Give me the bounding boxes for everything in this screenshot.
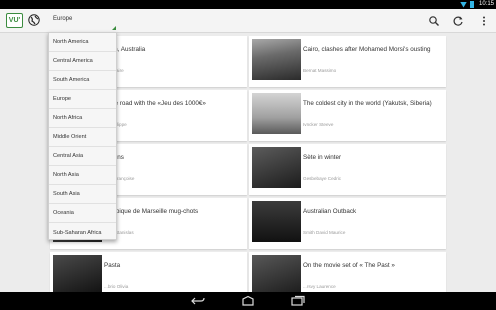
refresh-icon[interactable] <box>452 15 464 27</box>
region-option[interactable]: North Africa <box>49 109 116 128</box>
search-icon[interactable] <box>428 15 440 27</box>
battery-icon <box>470 1 474 8</box>
region-selected-label: Europe <box>53 16 73 22</box>
story-author: Ivncker Steeve <box>303 122 334 127</box>
story-thumbnail <box>252 147 301 188</box>
status-time: 10:15 <box>478 1 494 7</box>
story-title: Sète in winter <box>303 154 342 161</box>
story-card[interactable]: The coldest city in the world (Yakutsk, … <box>249 90 446 141</box>
story-author: ...brio Olivia <box>104 284 129 289</box>
dropdown-indicator-icon <box>112 26 116 30</box>
story-thumbnail <box>252 39 301 80</box>
home-icon[interactable] <box>240 295 256 307</box>
region-option[interactable]: Oceania <box>49 204 116 223</box>
region-option[interactable]: North America <box>49 33 116 52</box>
story-title: Pasta <box>104 262 121 269</box>
story-author: ...rsvy Laurence <box>303 284 336 289</box>
story-author: Bernat Massimo <box>303 68 337 73</box>
story-title: ...Nuns <box>104 154 244 162</box>
story-thumbnail <box>252 201 301 242</box>
story-title: On the movie set of « The Past » <box>303 262 395 269</box>
story-author: Gesbebaye Cedric <box>303 176 342 181</box>
story-card[interactable]: On the movie set of « The Past » ...rsvy… <box>249 252 446 292</box>
story-title: Australian Outback <box>303 208 357 215</box>
story-author: Smith David Maurice <box>303 230 346 235</box>
region-option[interactable]: Middle Orient <box>49 128 116 147</box>
region-option[interactable]: Sub-Saharan Africa <box>49 223 116 242</box>
story-thumbnail <box>252 255 301 292</box>
story-title: Cairo, clashes after Mohamed Morsi's ous… <box>303 46 431 53</box>
region-option[interactable]: North Asia <box>49 166 116 185</box>
status-bar: 10:15 <box>0 0 496 9</box>
story-title: ...the road with the «Jeu des 1000€» <box>104 100 206 107</box>
action-bar: VU' Europe <box>0 9 496 33</box>
region-dropdown: North America Central America South Amer… <box>48 32 117 240</box>
region-option[interactable]: South America <box>49 71 116 90</box>
globe-icon[interactable] <box>28 14 40 26</box>
wifi-icon <box>460 1 467 8</box>
story-card[interactable]: Australian Outback Smith David Maurice <box>249 198 446 249</box>
story-card[interactable]: Sète in winter Gesbebaye Cedric <box>249 144 446 195</box>
overflow-menu-icon[interactable] <box>478 15 490 27</box>
region-option[interactable]: Central Asia <box>49 147 116 166</box>
navigation-bar <box>0 292 496 310</box>
story-title: ...impique de Marseille mug-chots <box>104 208 199 215</box>
story-title: ...bin, Australia <box>104 46 146 53</box>
story-card[interactable]: Pasta ...brio Olivia <box>50 252 247 292</box>
app-logo[interactable]: VU' <box>6 13 23 28</box>
region-option[interactable]: Central America <box>49 52 116 71</box>
story-thumbnail <box>53 255 102 292</box>
story-title: The coldest city in the world (Yakutsk, … <box>303 100 432 107</box>
recents-icon[interactable] <box>290 295 306 307</box>
story-card[interactable]: Cairo, clashes after Mohamed Morsi's ous… <box>249 36 446 87</box>
region-option[interactable]: South Asia <box>49 185 116 204</box>
region-selector[interactable]: Europe <box>48 12 116 30</box>
back-icon[interactable] <box>190 295 206 307</box>
story-thumbnail <box>252 93 301 134</box>
region-option[interactable]: Europe <box>49 90 116 109</box>
